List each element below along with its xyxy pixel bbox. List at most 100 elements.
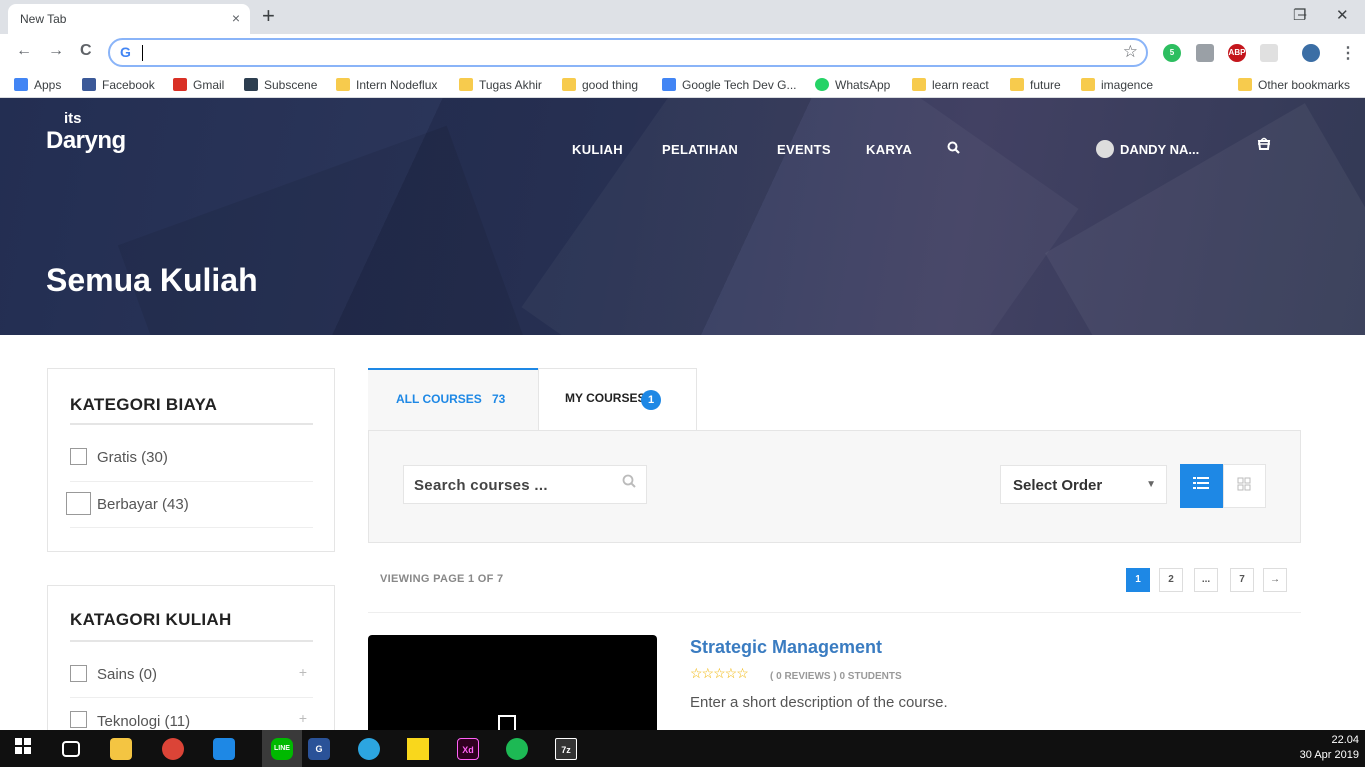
checkbox[interactable] bbox=[70, 711, 87, 728]
tab-label: MY COURSES bbox=[565, 391, 646, 405]
select-value: Select Order bbox=[1013, 477, 1103, 494]
page-2-button[interactable]: 2 bbox=[1159, 568, 1183, 592]
expand-icon[interactable]: + bbox=[299, 664, 307, 680]
7zip-icon[interactable]: 7z bbox=[555, 738, 577, 760]
nav-events[interactable]: EVENTS bbox=[777, 142, 831, 157]
hero-decoration bbox=[521, 98, 1079, 335]
next-page-button[interactable]: → bbox=[1263, 568, 1287, 592]
bookmark-tugas-akhir[interactable]: Tugas Akhir bbox=[459, 78, 542, 92]
page-hero: its Daryng KULIAH PELATIHAN EVENTS KARYA… bbox=[0, 98, 1365, 335]
filter-option-berbayar[interactable]: Berbayar (43) bbox=[66, 482, 313, 528]
bookmark-imagence[interactable]: imagence bbox=[1081, 78, 1153, 92]
new-tab-button[interactable]: + bbox=[262, 4, 275, 28]
pdf-icon[interactable]: G bbox=[308, 738, 330, 760]
bookmark-label: Gmail bbox=[193, 78, 225, 92]
close-window-icon[interactable]: ✕ bbox=[1336, 6, 1349, 24]
user-menu[interactable]: DANDY NA... bbox=[1096, 140, 1199, 158]
course-tabs: ALL COURSES 73 MY COURSES 1 bbox=[368, 368, 697, 431]
restore-icon[interactable]: ❐ bbox=[1293, 6, 1306, 24]
checkbox-label: Berbayar (43) bbox=[97, 496, 189, 513]
widget-title: KATAGORI KULIAH bbox=[70, 610, 232, 629]
telegram-icon[interactable] bbox=[358, 738, 380, 760]
course-thumbnail[interactable] bbox=[368, 635, 657, 730]
sticky-notes-icon[interactable] bbox=[407, 738, 429, 760]
vscode-icon[interactable] bbox=[213, 738, 235, 760]
list-view-button[interactable] bbox=[1180, 464, 1223, 508]
reload-icon[interactable]: C bbox=[80, 42, 92, 60]
search-input[interactable]: Search courses ... bbox=[403, 465, 647, 504]
address-bar[interactable]: G ☆ bbox=[108, 38, 1148, 67]
expand-icon[interactable]: + bbox=[299, 710, 307, 726]
bookmark-future[interactable]: future bbox=[1010, 78, 1061, 92]
hero-decoration bbox=[117, 125, 533, 335]
folder-icon bbox=[459, 78, 473, 91]
bookmark-subscene[interactable]: Subscene bbox=[244, 78, 317, 92]
bookmark-label: Other bookmarks bbox=[1258, 78, 1351, 92]
grid-view-button[interactable] bbox=[1223, 464, 1266, 508]
checkbox-label: Teknologi (11) bbox=[97, 713, 191, 730]
checkbox[interactable] bbox=[70, 665, 87, 682]
course-title[interactable]: Strategic Management bbox=[690, 637, 882, 658]
filter-option-gratis[interactable]: Gratis (30) bbox=[70, 439, 313, 482]
folder-icon bbox=[1010, 78, 1024, 91]
tab-title: New Tab bbox=[20, 12, 67, 26]
forward-icon[interactable]: → bbox=[48, 42, 64, 60]
bookmark-good-thing[interactable]: good thing bbox=[562, 78, 638, 92]
system-clock[interactable]: 22.04 30 Apr 2019 bbox=[1300, 733, 1359, 763]
rating-stars-icon: ☆☆☆☆☆ bbox=[690, 665, 749, 681]
bookmarks-bar: Apps Facebook Gmail Subscene Intern Node… bbox=[0, 72, 1365, 98]
bookmark-facebook[interactable]: Facebook bbox=[82, 78, 155, 92]
folder-icon bbox=[912, 78, 926, 91]
windows-start-icon[interactable] bbox=[12, 738, 34, 760]
menu-icon[interactable]: ⋮ bbox=[1340, 43, 1356, 63]
divider bbox=[70, 423, 313, 425]
page-ellipsis: ... bbox=[1194, 568, 1218, 592]
search-icon[interactable] bbox=[622, 474, 636, 493]
task-view-icon[interactable] bbox=[62, 741, 80, 757]
profile-icon[interactable] bbox=[1302, 44, 1320, 62]
back-icon[interactable]: ← bbox=[16, 42, 32, 60]
bookmark-gmail[interactable]: Gmail bbox=[173, 78, 224, 92]
evernote-icon[interactable]: 5 bbox=[1163, 44, 1181, 62]
spotify-icon[interactable] bbox=[506, 738, 528, 760]
nav-kuliah[interactable]: KULIAH bbox=[572, 142, 623, 157]
bookmark-learn-react[interactable]: learn react bbox=[912, 78, 989, 92]
shield-icon[interactable] bbox=[1196, 44, 1214, 62]
bookmark-label: future bbox=[1030, 78, 1061, 92]
chrome-icon[interactable] bbox=[162, 738, 184, 760]
search-icon[interactable] bbox=[947, 141, 960, 157]
divider bbox=[368, 612, 1301, 613]
bookmark-label: Tugas Akhir bbox=[479, 78, 542, 92]
google-icon bbox=[662, 78, 676, 91]
adobe-xd-icon[interactable]: Xd bbox=[457, 738, 479, 760]
line-icon[interactable]: LINE bbox=[271, 738, 293, 760]
count-badge: 1 bbox=[641, 390, 661, 410]
page-7-button[interactable]: 7 bbox=[1230, 568, 1254, 592]
checkbox[interactable] bbox=[70, 448, 87, 465]
nav-karya[interactable]: KARYA bbox=[866, 142, 912, 157]
clock-time: 22.04 bbox=[1331, 734, 1359, 746]
widget-title: KATEGORI BIAYA bbox=[70, 395, 218, 414]
nav-pelatihan[interactable]: PELATIHAN bbox=[662, 142, 738, 157]
cart-icon[interactable] bbox=[1256, 136, 1272, 154]
bookmark-whatsapp[interactable]: WhatsApp bbox=[815, 78, 890, 92]
tab-my-courses[interactable]: MY COURSES 1 bbox=[538, 368, 697, 431]
bookmark-google-tech-dev[interactable]: Google Tech Dev G... bbox=[662, 78, 797, 92]
adblock-icon[interactable]: ABP bbox=[1228, 44, 1246, 62]
course-meta: ( 0 REVIEWS ) 0 STUDENTS bbox=[770, 671, 902, 682]
file-explorer-icon[interactable] bbox=[110, 738, 132, 760]
bookmark-label: Intern Nodeflux bbox=[356, 78, 438, 92]
checkbox[interactable] bbox=[66, 492, 91, 515]
page-1-button[interactable]: 1 bbox=[1126, 568, 1150, 592]
tab-close-icon[interactable]: × bbox=[232, 10, 240, 26]
filter-option-sains[interactable]: Sains (0) + bbox=[70, 652, 313, 698]
other-bookmarks[interactable]: Other bookmarks bbox=[1238, 78, 1350, 92]
extension-icon[interactable] bbox=[1260, 44, 1278, 62]
play-icon bbox=[498, 715, 516, 730]
bookmark-apps[interactable]: Apps bbox=[14, 78, 61, 92]
tab-all-courses[interactable]: ALL COURSES 73 bbox=[368, 368, 538, 431]
order-select[interactable]: Select Order ▼ bbox=[1000, 465, 1167, 504]
browser-tab[interactable]: New Tab × bbox=[8, 4, 250, 34]
bookmark-intern-nodeflux[interactable]: Intern Nodeflux bbox=[336, 78, 437, 92]
bookmark-star-icon[interactable]: ☆ bbox=[1123, 42, 1138, 62]
